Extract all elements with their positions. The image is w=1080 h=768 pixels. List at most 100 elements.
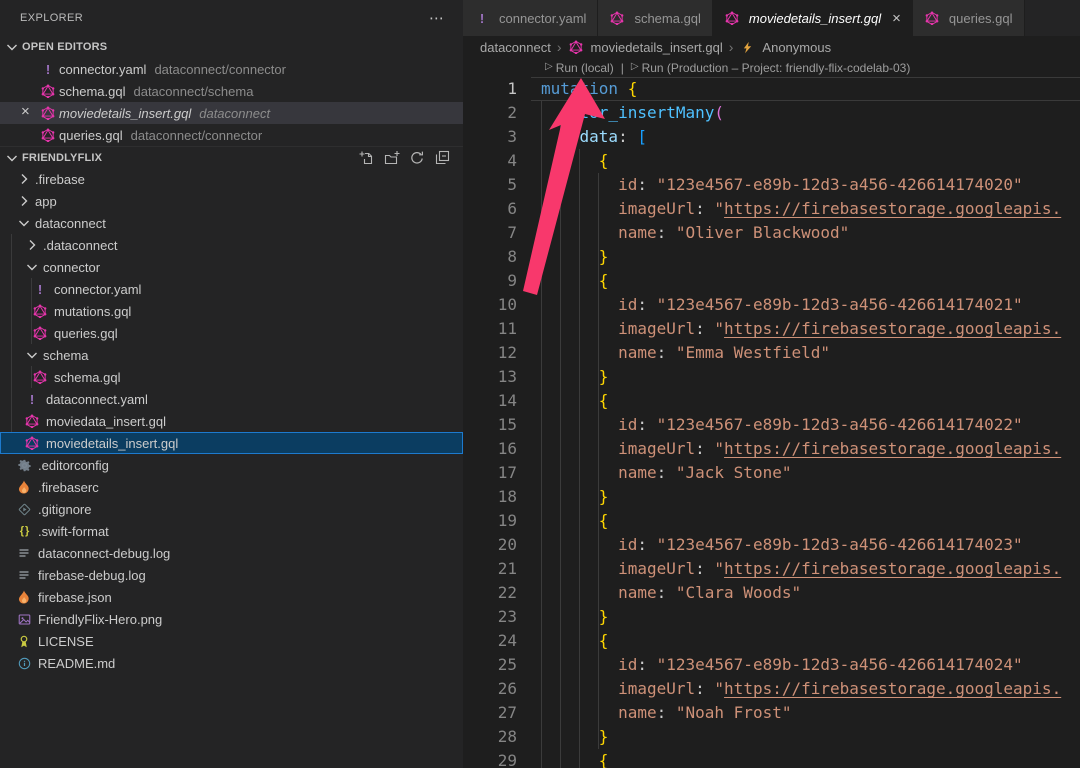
tree-item-connector-yaml[interactable]: !connector.yaml	[0, 278, 463, 300]
file-name: .firebaserc	[38, 480, 99, 495]
collapse-all-icon[interactable]	[434, 150, 450, 166]
line-number: 5	[463, 173, 517, 197]
file-name: .editorconfig	[38, 458, 109, 473]
tree-item-firebase-debug-log[interactable]: firebase-debug.log	[0, 564, 463, 586]
new-folder-icon[interactable]	[384, 150, 400, 166]
yaml-icon: !	[40, 61, 56, 77]
open-editor-item-moviedetails-insert-gql[interactable]: × moviedetails_insert.gqldataconnect	[0, 102, 463, 124]
file-name: moviedetails_insert.gql	[59, 106, 191, 121]
run-local-label: Run (local)	[556, 61, 614, 75]
breadcrumb-item-moviedetails-insert-gql[interactable]: moviedetails_insert.gql	[568, 39, 723, 55]
file-name: connector.yaml	[59, 62, 146, 77]
yaml-icon: !	[24, 391, 40, 407]
gql-icon	[924, 10, 940, 26]
open-editor-item-connector-yaml[interactable]: !connector.yaml dataconnect/connector	[0, 58, 463, 80]
breadcrumb-item-dataconnect[interactable]: dataconnect	[480, 40, 551, 55]
tab-connector-yaml[interactable]: !connector.yaml	[463, 0, 598, 36]
tree-item-queries-gql[interactable]: queries.gql	[0, 322, 463, 344]
tree-item-app[interactable]: app	[0, 190, 463, 212]
run-production-link[interactable]: ▷ Run (Production – Project: friendly-fl…	[631, 61, 911, 75]
file-name: .gitignore	[38, 502, 91, 517]
line-number: 13	[463, 365, 517, 389]
tab-label: moviedetails_insert.gql	[749, 11, 881, 26]
line-number: 7	[463, 221, 517, 245]
tree-item-swift-format[interactable]: { }.swift-format	[0, 520, 463, 542]
tree-item-firebaserc[interactable]: .firebaserc	[0, 476, 463, 498]
file-name: app	[35, 194, 57, 209]
refresh-icon[interactable]	[409, 150, 425, 166]
yaml-icon: !	[32, 281, 48, 297]
tab-queries-gql[interactable]: queries.gql	[913, 0, 1025, 36]
tree-item-readme-md[interactable]: README.md	[0, 652, 463, 674]
chevron-right-icon	[16, 171, 32, 187]
tree-item-gitignore[interactable]: .gitignore	[0, 498, 463, 520]
file-name: dataconnect.yaml	[46, 392, 148, 407]
file-tree: .firebase app dataconnect.dataconnect conne…	[0, 168, 463, 674]
tree-item-mutations-gql[interactable]: mutations.gql	[0, 300, 463, 322]
gql-icon	[609, 10, 625, 26]
tree-item-connector[interactable]: connector	[0, 256, 463, 278]
tree-item-license[interactable]: LICENSE	[0, 630, 463, 652]
gear-icon	[16, 457, 32, 473]
code-line-11: 11 imageUrl: "https://firebasestorage.go…	[463, 317, 1080, 341]
tree-item-dataconnect[interactable]: .dataconnect	[0, 234, 463, 256]
new-file-icon[interactable]	[359, 150, 375, 166]
tree-item-firebase-json[interactable]: firebase.json	[0, 586, 463, 608]
file-name: firebase-debug.log	[38, 568, 146, 583]
run-production-label: Run (Production – Project: friendly-flix…	[642, 61, 911, 75]
tree-item-schema-gql[interactable]: schema.gql	[0, 366, 463, 388]
file-name: FriendlyFlix-Hero.png	[38, 612, 162, 627]
line-number: 18	[463, 485, 517, 509]
tab-schema-gql[interactable]: schema.gql	[598, 0, 712, 36]
tab-moviedetails-insert-gql[interactable]: moviedetails_insert.gql ×	[713, 0, 913, 36]
gql-icon	[24, 435, 40, 451]
file-name: firebase.json	[38, 590, 112, 605]
open-editors-header[interactable]: OPEN EDITORS	[0, 36, 463, 58]
line-number: 25	[463, 653, 517, 677]
breadcrumb-label: moviedetails_insert.gql	[591, 40, 723, 55]
run-local-link[interactable]: ▷ Run (local)	[545, 61, 614, 75]
code-editor[interactable]: 1mutation {2 actor_insertMany(3 data: [4…	[463, 77, 1080, 768]
file-path: dataconnect/connector	[154, 62, 286, 77]
line-number: 10	[463, 293, 517, 317]
chevron-down-icon	[4, 150, 20, 166]
open-editor-item-schema-gql[interactable]: schema.gqldataconnect/schema	[0, 80, 463, 102]
more-actions-icon[interactable]: ⋯	[429, 9, 445, 27]
gql-icon	[724, 10, 740, 26]
line-number: 4	[463, 149, 517, 173]
chevron-down-icon	[24, 347, 40, 363]
chevron-right-icon	[24, 237, 40, 253]
line-number: 21	[463, 557, 517, 581]
code-line-24: 24 {	[463, 629, 1080, 653]
tree-item-dataconnect-yaml[interactable]: ! dataconnect.yaml	[0, 388, 463, 410]
close-icon[interactable]: ×	[892, 11, 901, 26]
file-name: connector	[43, 260, 100, 275]
close-icon[interactable]: ×	[21, 103, 30, 120]
code-line-4: 4 {	[463, 149, 1080, 173]
vscode-window: EXPLORER ⋯ OPEN EDITORS !connector.yamld…	[0, 0, 1080, 768]
gql-icon	[32, 325, 48, 341]
tree-item-firebase[interactable]: .firebase	[0, 168, 463, 190]
project-section-header[interactable]: FRIENDLYFLIX	[0, 146, 463, 168]
codelens-bar: ▷ Run (local) | ▷ Run (Production – Proj…	[463, 58, 1080, 77]
tree-item-moviedetails-insert-gql[interactable]: moviedetails_insert.gql	[0, 432, 463, 454]
file-name: queries.gql	[54, 326, 118, 341]
explorer-sidebar: EXPLORER ⋯ OPEN EDITORS !connector.yamld…	[0, 0, 463, 768]
code-line-2: 2 actor_insertMany(	[463, 101, 1080, 125]
tree-item-dataconnect[interactable]: dataconnect	[0, 212, 463, 234]
explorer-title: EXPLORER	[20, 12, 83, 24]
line-number: 19	[463, 509, 517, 533]
tree-item-moviedata-insert-gql[interactable]: moviedata_insert.gql	[0, 410, 463, 432]
tree-item-schema[interactable]: schema	[0, 344, 463, 366]
breadcrumb-item-anonymous[interactable]: Anonymous	[739, 39, 831, 55]
tree-item-editorconfig[interactable]: .editorconfig	[0, 454, 463, 476]
tree-item-friendlyflix-hero-png[interactable]: FriendlyFlix-Hero.png	[0, 608, 463, 630]
file-name: schema.gql	[54, 370, 120, 385]
line-number: 14	[463, 389, 517, 413]
line-number: 3	[463, 125, 517, 149]
breadcrumb-label: dataconnect	[480, 40, 551, 55]
open-editor-item-queries-gql[interactable]: queries.gqldataconnect/connector	[0, 124, 463, 146]
line-number: 8	[463, 245, 517, 269]
code-line-7: 7 name: "Oliver Blackwood"	[463, 221, 1080, 245]
tree-item-dataconnect-debug-log[interactable]: dataconnect-debug.log	[0, 542, 463, 564]
